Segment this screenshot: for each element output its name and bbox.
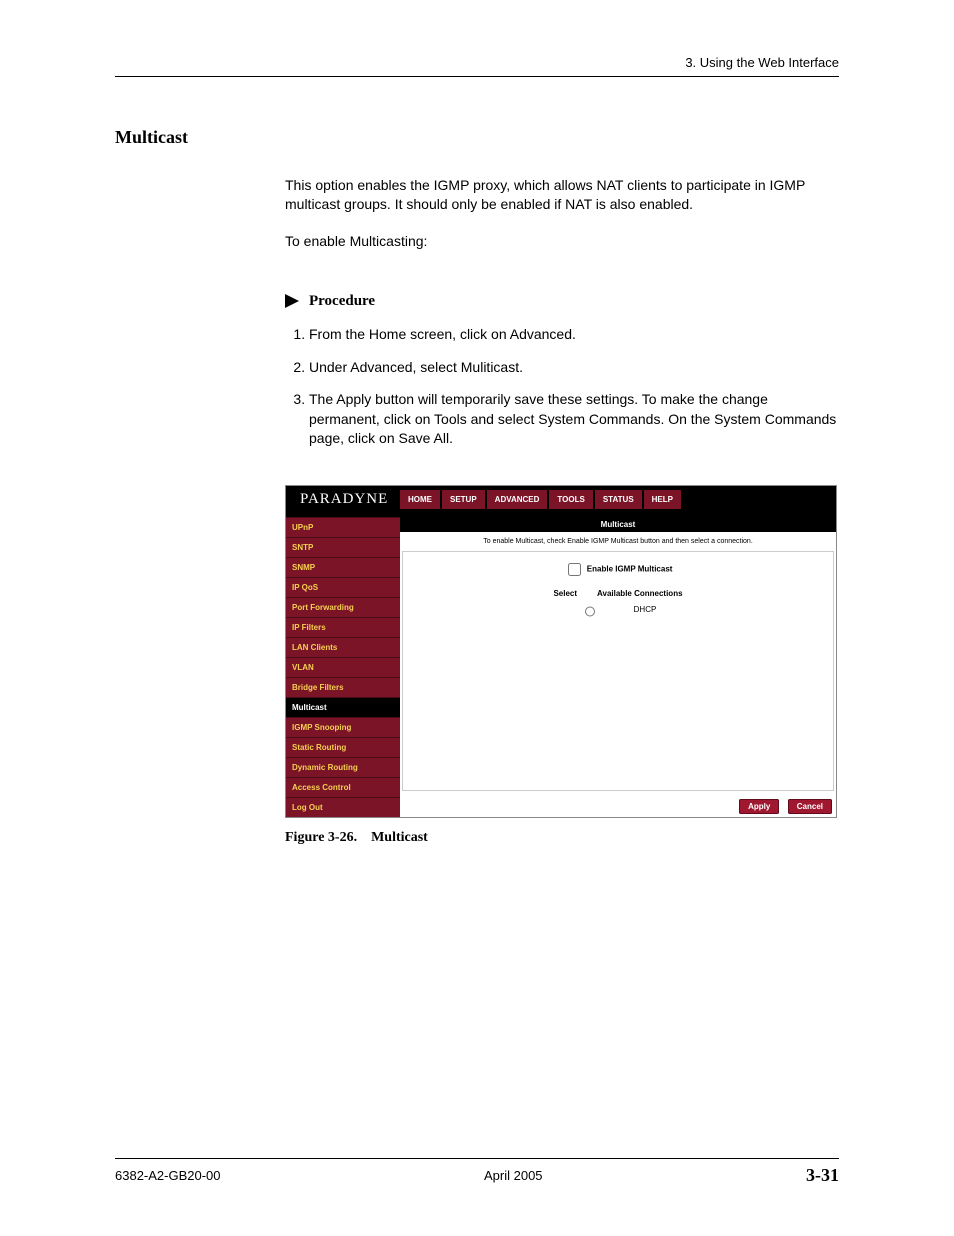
sidebar-item-dynamic-routing[interactable]: Dynamic Routing [286, 757, 400, 777]
sidebar-item-sntp[interactable]: SNTP [286, 537, 400, 557]
sidebar-item-igmp-snooping[interactable]: IGMP Snooping [286, 717, 400, 737]
tab-help[interactable]: HELP [644, 490, 681, 509]
procedure-arrow-icon [285, 294, 299, 308]
sidebar-item-upnp[interactable]: UPnP [286, 517, 400, 537]
step-item: From the Home screen, click on Advanced. [309, 325, 839, 345]
footer-page: 3-31 [806, 1165, 839, 1186]
enable-igmp-label: Enable IGMP Multicast [587, 565, 673, 574]
sidebar-item-multicast[interactable]: Multicast [286, 697, 400, 717]
apply-button[interactable]: Apply [739, 799, 779, 814]
col-select: Select [553, 589, 577, 598]
sidebar-item-ipqos[interactable]: IP QoS [286, 577, 400, 597]
tab-status[interactable]: STATUS [595, 490, 642, 509]
sidebar-item-vlan[interactable]: VLAN [286, 657, 400, 677]
procedure-steps: From the Home screen, click on Advanced.… [285, 325, 839, 449]
tab-tools[interactable]: TOOLS [549, 490, 592, 509]
connection-name: DHCP [634, 605, 657, 614]
page-header-chapter: 3. Using the Web Interface [115, 55, 839, 77]
figure-caption: Figure 3-26. Multicast [285, 830, 839, 846]
intro-paragraph-2: To enable Multicasting: [285, 232, 839, 251]
footer-docnum: 6382-A2-GB20-00 [115, 1168, 221, 1183]
connection-radio[interactable] [585, 605, 595, 618]
sidebar-item-bridge-filters[interactable]: Bridge Filters [286, 677, 400, 697]
sidebar: UPnP SNTP SNMP IP QoS Port Forwarding IP… [286, 517, 400, 817]
step-item: The Apply button will temporarily save t… [309, 390, 839, 449]
sidebar-item-ip-filters[interactable]: IP Filters [286, 617, 400, 637]
sidebar-item-logout[interactable]: Log Out [286, 797, 400, 817]
step-item: Under Advanced, select Muliticast. [309, 358, 839, 378]
procedure-label: Procedure [309, 291, 375, 311]
enable-igmp-checkbox[interactable] [568, 563, 581, 576]
intro-paragraph-1: This option enables the IGMP proxy, whic… [285, 176, 839, 214]
sidebar-item-snmp[interactable]: SNMP [286, 557, 400, 577]
content-subtitle: To enable Multicast, check Enable IGMP M… [400, 532, 836, 549]
sidebar-item-static-routing[interactable]: Static Routing [286, 737, 400, 757]
tab-home[interactable]: HOME [400, 490, 440, 509]
col-available: Available Connections [597, 589, 683, 598]
sidebar-item-port-forwarding[interactable]: Port Forwarding [286, 597, 400, 617]
section-title: Multicast [115, 127, 839, 148]
app-screenshot: PARADYNE HOME SETUP ADVANCED TOOLS STATU… [285, 485, 837, 818]
sidebar-item-lan-clients[interactable]: LAN Clients [286, 637, 400, 657]
footer-date: April 2005 [484, 1168, 543, 1183]
content-title: Multicast [400, 517, 836, 532]
cancel-button[interactable]: Cancel [788, 799, 832, 814]
brand-logo: PARADYNE [286, 491, 400, 508]
sidebar-item-access-control[interactable]: Access Control [286, 777, 400, 797]
tab-setup[interactable]: SETUP [442, 490, 485, 509]
tab-advanced[interactable]: ADVANCED [487, 490, 548, 509]
